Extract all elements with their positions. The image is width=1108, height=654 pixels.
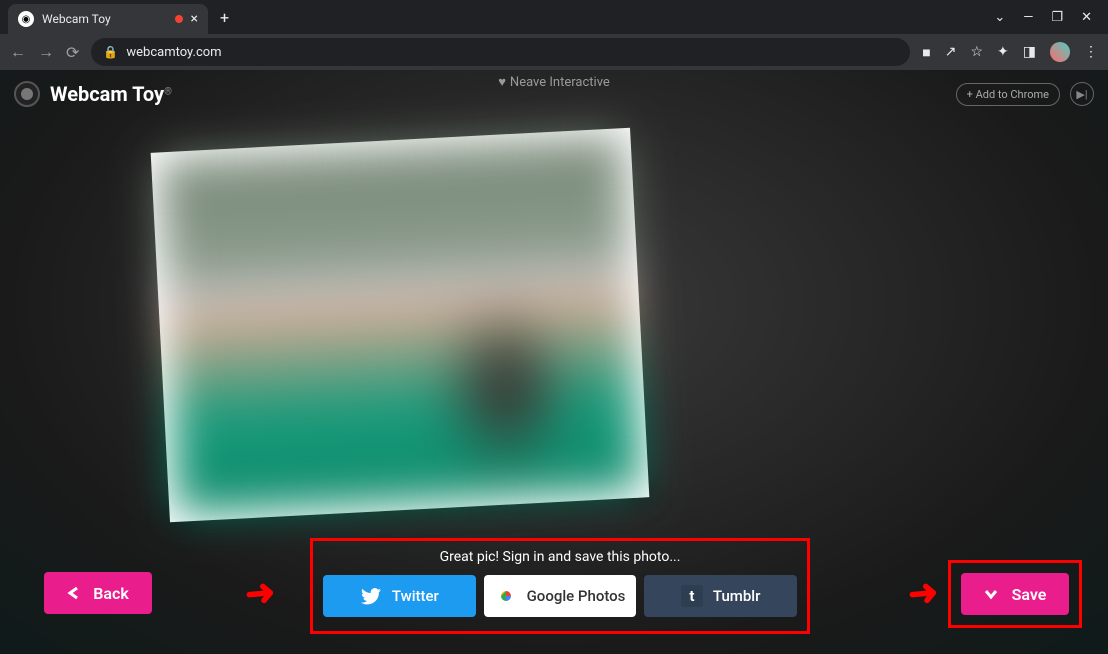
profile-avatar[interactable]	[1050, 42, 1070, 62]
save-button[interactable]: Save	[961, 573, 1069, 615]
tumblr-button[interactable]: t Tumblr	[644, 575, 797, 617]
reload-icon[interactable]: ⟳	[66, 43, 79, 62]
favicon-icon: ◉	[18, 11, 34, 27]
neave-link[interactable]: ♥Neave Interactive	[498, 74, 610, 90]
next-track-icon[interactable]: ▶|	[1070, 82, 1094, 106]
tumblr-icon: t	[681, 585, 703, 607]
share-panel-highlight: Great pic! Sign in and save this photo..…	[310, 538, 810, 634]
share-icon[interactable]: ↗	[945, 44, 957, 60]
forward-nav-icon[interactable]: →	[38, 42, 54, 62]
back-button[interactable]: Back	[44, 572, 152, 614]
minimize-icon[interactable]: —	[1023, 10, 1033, 25]
save-highlight: Save	[948, 560, 1082, 628]
logo-icon	[14, 81, 40, 107]
close-icon[interactable]: ✕	[1081, 10, 1092, 25]
share-message: Great pic! Sign in and save this photo..…	[323, 549, 797, 565]
heart-icon: ♥	[498, 75, 506, 90]
browser-tab[interactable]: ◉ Webcam Toy ×	[8, 4, 208, 34]
logo[interactable]: Webcam Toy®	[14, 81, 172, 107]
star-icon[interactable]: ☆	[970, 44, 983, 60]
annotation-arrow-icon: ➜	[243, 571, 277, 615]
chevron-left-icon	[67, 586, 79, 600]
tab-close-icon[interactable]: ×	[191, 11, 198, 27]
twitter-label: Twitter	[392, 587, 439, 605]
chevron-down-icon	[984, 588, 998, 600]
address-bar[interactable]: 🔒 webcamtoy.com	[91, 38, 910, 66]
photo-content	[159, 136, 641, 514]
back-label: Back	[93, 584, 129, 603]
annotation-arrow-icon: ➜	[906, 571, 940, 615]
menu-icon[interactable]: ⋮	[1084, 44, 1098, 60]
back-nav-icon[interactable]: ←	[10, 42, 26, 62]
tab-title: Webcam Toy	[42, 12, 167, 26]
recording-indicator-icon	[175, 15, 183, 23]
maximize-icon[interactable]: ❐	[1051, 10, 1063, 25]
twitter-icon	[360, 585, 382, 607]
google-photos-icon	[495, 585, 517, 607]
browser-toolbar: ← → ⟳ 🔒 webcamtoy.com ■ ↗ ☆ ✦ ◨ ⋮	[0, 34, 1108, 70]
page-content: Webcam Toy® ♥Neave Interactive + Add to …	[0, 70, 1108, 654]
url-text: webcamtoy.com	[126, 45, 221, 60]
captured-photo	[151, 128, 650, 523]
share-buttons: Twitter Google Photos t Tumblr	[323, 575, 797, 617]
logo-text: Webcam Toy	[50, 82, 164, 106]
lock-icon: 🔒	[103, 45, 118, 59]
registered-icon: ®	[164, 87, 172, 98]
sidepanel-icon[interactable]: ◨	[1023, 44, 1036, 60]
save-label: Save	[1012, 585, 1047, 604]
twitter-button[interactable]: Twitter	[323, 575, 476, 617]
google-photos-label: Google Photos	[527, 587, 626, 605]
browser-titlebar: ◉ Webcam Toy × + ⌄ — ❐ ✕	[0, 0, 1108, 34]
page-header: Webcam Toy® ♥Neave Interactive + Add to …	[0, 70, 1108, 118]
add-to-chrome-button[interactable]: + Add to Chrome	[956, 83, 1060, 106]
extensions-icon[interactable]: ✦	[997, 44, 1009, 60]
tumblr-label: Tumblr	[713, 587, 761, 605]
chevron-down-icon[interactable]: ⌄	[994, 10, 1005, 25]
camera-icon[interactable]: ■	[922, 44, 930, 61]
google-photos-button[interactable]: Google Photos	[484, 575, 637, 617]
new-tab-button[interactable]: +	[220, 8, 229, 27]
window-controls: ⌄ — ❐ ✕	[978, 10, 1108, 25]
